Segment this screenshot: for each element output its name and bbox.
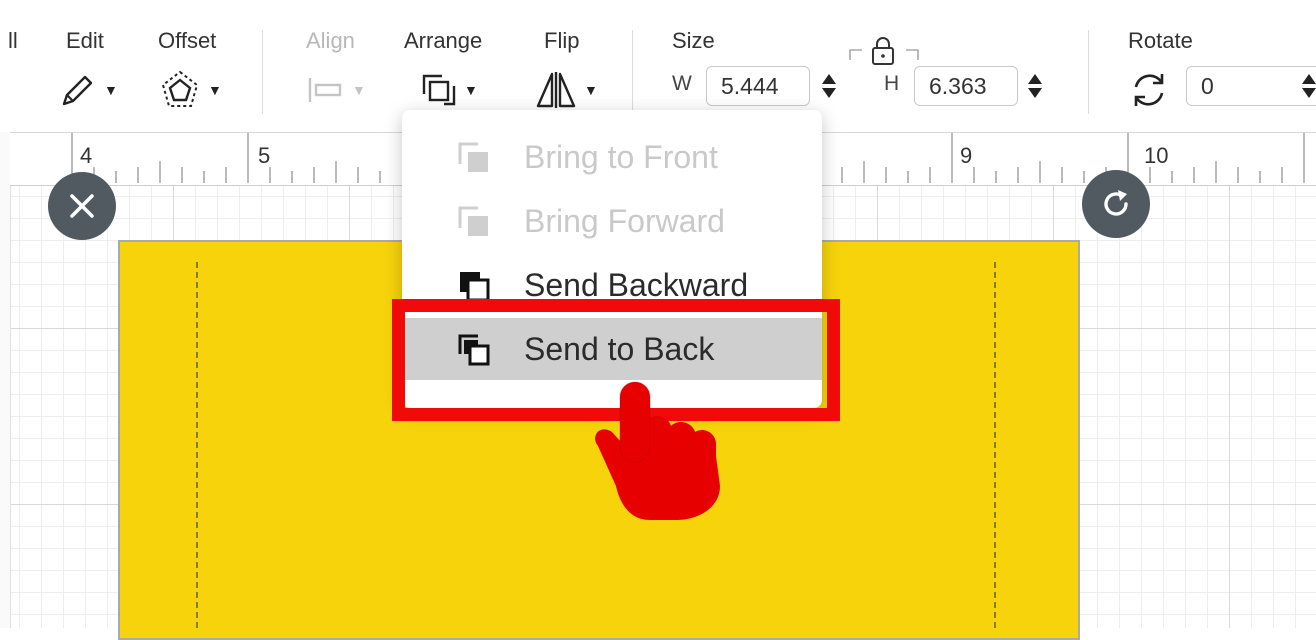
- score-line: [994, 262, 996, 628]
- toolbar-divider: [1088, 30, 1089, 114]
- pencil-icon: [62, 75, 93, 106]
- edit-button[interactable]: ▼: [58, 64, 118, 116]
- arrange-button[interactable]: ▼: [418, 64, 478, 116]
- menu-item-label: Bring to Front: [524, 138, 718, 175]
- chevron-down-icon: ▼: [352, 82, 366, 98]
- height-label: H: [884, 72, 900, 95]
- flip-button[interactable]: ▼: [534, 64, 598, 116]
- rotate-stepper[interactable]: [1294, 66, 1316, 106]
- menu-item-bring-to-front[interactable]: Bring to Front: [402, 126, 822, 188]
- offset-icon: [161, 70, 199, 107]
- lock-icon[interactable]: [848, 36, 920, 66]
- bring-to-front-icon: [458, 142, 488, 172]
- menu-item-label: Bring Forward: [524, 202, 725, 239]
- toolbar-divider: [632, 30, 633, 114]
- chevron-down-icon: ▼: [464, 82, 478, 98]
- bring-forward-icon: [458, 206, 488, 236]
- chevron-down-icon: ▼: [584, 82, 598, 98]
- height-stepper[interactable]: [1020, 66, 1050, 106]
- height-input[interactable]: 6.363: [914, 66, 1018, 106]
- score-line: [196, 262, 198, 628]
- width-stepper[interactable]: [814, 66, 844, 106]
- close-icon: [70, 194, 94, 218]
- offset-button[interactable]: ▼: [158, 64, 222, 116]
- edit-label: Edit: [66, 28, 104, 53]
- rotate-icon: [1134, 74, 1164, 106]
- align-button[interactable]: ▼: [306, 64, 366, 116]
- ruler-mark: 5: [258, 143, 271, 168]
- ruler-mark: 10: [1144, 143, 1169, 168]
- flip-label: Flip: [544, 28, 580, 53]
- delete-button[interactable]: [48, 172, 116, 240]
- width-input[interactable]: 5.444: [706, 66, 810, 106]
- align-label: Align: [306, 28, 355, 53]
- arrange-label: Arrange: [404, 28, 483, 53]
- menu-item-label: Send Backward: [524, 266, 749, 303]
- rotate-button[interactable]: [1128, 64, 1170, 116]
- flip-icon: [536, 72, 576, 108]
- chevron-down-icon: ▼: [208, 82, 222, 98]
- send-backward-icon: [460, 272, 490, 302]
- chevron-down-icon: ▼: [104, 82, 118, 98]
- rotate-handle[interactable]: [1082, 170, 1150, 238]
- pointing-hand-icon: [595, 381, 720, 520]
- rotate-label: Rotate: [1128, 28, 1193, 53]
- stepper-icon: [1028, 74, 1042, 98]
- width-label: W: [672, 72, 692, 95]
- toolbar-divider: [262, 30, 263, 114]
- menu-item-bring-forward[interactable]: Bring Forward: [402, 190, 822, 252]
- stepper-icon: [1302, 74, 1316, 98]
- ruler-mark: 9: [960, 143, 973, 168]
- size-label: Size: [672, 28, 715, 53]
- stepper-icon: [822, 74, 836, 98]
- offset-label: Offset: [158, 28, 217, 53]
- vertical-ruler: [0, 132, 11, 628]
- rotate-handle-icon: [1104, 190, 1128, 216]
- arrange-icon: [422, 74, 456, 106]
- truncated-label: ll: [8, 28, 18, 53]
- align-icon: [308, 78, 342, 102]
- ruler-mark: 4: [80, 143, 93, 168]
